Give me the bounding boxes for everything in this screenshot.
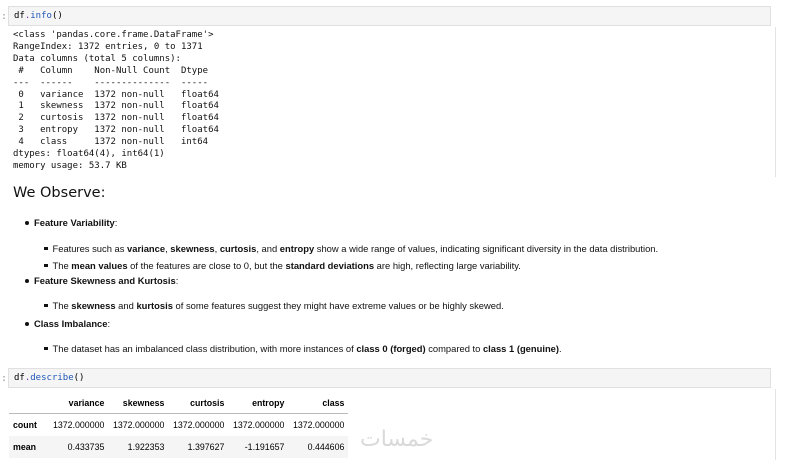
text: and xyxy=(115,300,137,311)
table-cell: 0.444606 xyxy=(307,442,345,452)
list-item-imbalance: Class Imbalance: xyxy=(25,318,110,329)
bullet-square-icon xyxy=(44,346,48,351)
bold-text: curtosis xyxy=(219,243,257,254)
list-item-variability: Feature Variability: xyxy=(25,217,117,228)
table-header-row: variance skewness curtosis entropy class xyxy=(9,392,349,414)
variability-title: Feature Variability xyxy=(34,217,115,228)
table-cell: 1.922353 xyxy=(127,442,165,452)
text: The xyxy=(52,260,72,271)
table-cell: 1372.000000 xyxy=(293,420,345,430)
code-parens: () xyxy=(51,11,63,21)
row-label: mean xyxy=(13,442,36,452)
code-parens: () xyxy=(73,373,85,383)
text: of the features are close to 0, but the xyxy=(127,260,286,271)
bold-text: kurtosis xyxy=(136,300,173,311)
bold-text: variance xyxy=(127,243,166,254)
table-row: mean 0.433735 1.922353 1.397627 -1.19165… xyxy=(9,436,349,458)
text: . xyxy=(559,343,562,354)
sub-item-skewness-1: The skewness and kurtosis of some featur… xyxy=(44,300,504,311)
bold-text: standard deviations xyxy=(285,260,375,271)
header-skewness: skewness xyxy=(122,397,165,408)
text: The dataset has an imbalanced class dist… xyxy=(52,343,357,354)
text: The xyxy=(52,300,72,311)
cell-prompt: : xyxy=(1,11,8,22)
header-variance: variance xyxy=(68,397,105,408)
describe-table: variance skewness curtosis entropy class… xyxy=(9,392,349,458)
code-method: info xyxy=(30,11,52,21)
skewness-title: Feature Skewness and Kurtosis xyxy=(34,275,176,286)
bullet-square-icon xyxy=(44,263,48,268)
list-item-skewness: Feature Skewness and Kurtosis: xyxy=(25,275,178,286)
bullet-dot-icon xyxy=(25,220,29,225)
code-object: df xyxy=(14,373,25,383)
table-row: count 1372.000000 1372.000000 1372.00000… xyxy=(9,414,348,437)
colon: : xyxy=(107,318,111,329)
text: , and xyxy=(256,243,280,254)
bullet-square-icon xyxy=(44,246,48,251)
code-cell-info[interactable]: df.info() xyxy=(8,6,771,26)
table-cell: 1372.000000 xyxy=(113,420,165,430)
bullet-dot-icon xyxy=(25,278,29,283)
bold-text: mean values xyxy=(71,260,128,271)
bold-text: class 0 (forged) xyxy=(356,343,426,354)
header-index xyxy=(9,392,49,414)
table-cell: 1.397627 xyxy=(187,442,225,452)
watermark-logo: خمسات xyxy=(360,427,434,452)
colon: : xyxy=(114,217,118,228)
table-cell: 1372.000000 xyxy=(173,420,225,430)
imbalance-title: Class Imbalance xyxy=(34,318,108,329)
bold-text: skewness xyxy=(71,300,116,311)
text: of some features suggest they might have… xyxy=(172,300,504,311)
code-method: describe xyxy=(30,373,74,383)
table-cell: -1.191657 xyxy=(244,442,285,452)
code-object: df xyxy=(14,11,25,21)
table-cell: 0.433735 xyxy=(67,442,105,452)
sub-item-variability-2: The mean values of the features are clos… xyxy=(44,260,521,271)
describe-table-container: variance skewness curtosis entropy class… xyxy=(9,392,349,458)
table-cell: 1372.000000 xyxy=(53,420,105,430)
sub-item-imbalance-1: The dataset has an imbalanced class dist… xyxy=(44,343,562,354)
bullet-dot-icon xyxy=(25,321,29,326)
text: are high, reflecting large variability. xyxy=(374,260,521,271)
header-curtosis: curtosis xyxy=(190,397,225,408)
text: show a wide range of values, indicating … xyxy=(314,243,659,254)
text: Features such as xyxy=(52,243,128,254)
bullet-square-icon xyxy=(44,303,48,308)
colon: : xyxy=(175,275,179,286)
text: compared to xyxy=(425,343,483,354)
cell-prompt: : xyxy=(1,373,8,384)
header-class: class xyxy=(322,397,345,408)
table-cell: 1372.000000 xyxy=(233,420,285,430)
row-label: count xyxy=(13,420,37,430)
code-cell-describe[interactable]: df.describe() xyxy=(8,368,771,388)
bold-text: class 1 (genuine) xyxy=(482,343,560,354)
info-output: <class 'pandas.core.frame.DataFrame'> Ra… xyxy=(13,30,219,171)
bold-text: skewness xyxy=(170,243,215,254)
output-scroll-divider xyxy=(775,27,776,177)
sub-item-variability-1: Features such as variance, skewness, cur… xyxy=(44,243,658,254)
output-scroll-divider xyxy=(775,389,776,460)
bold-text: entropy xyxy=(279,243,315,254)
header-entropy: entropy xyxy=(252,397,285,408)
observe-heading: We Observe: xyxy=(13,185,106,201)
